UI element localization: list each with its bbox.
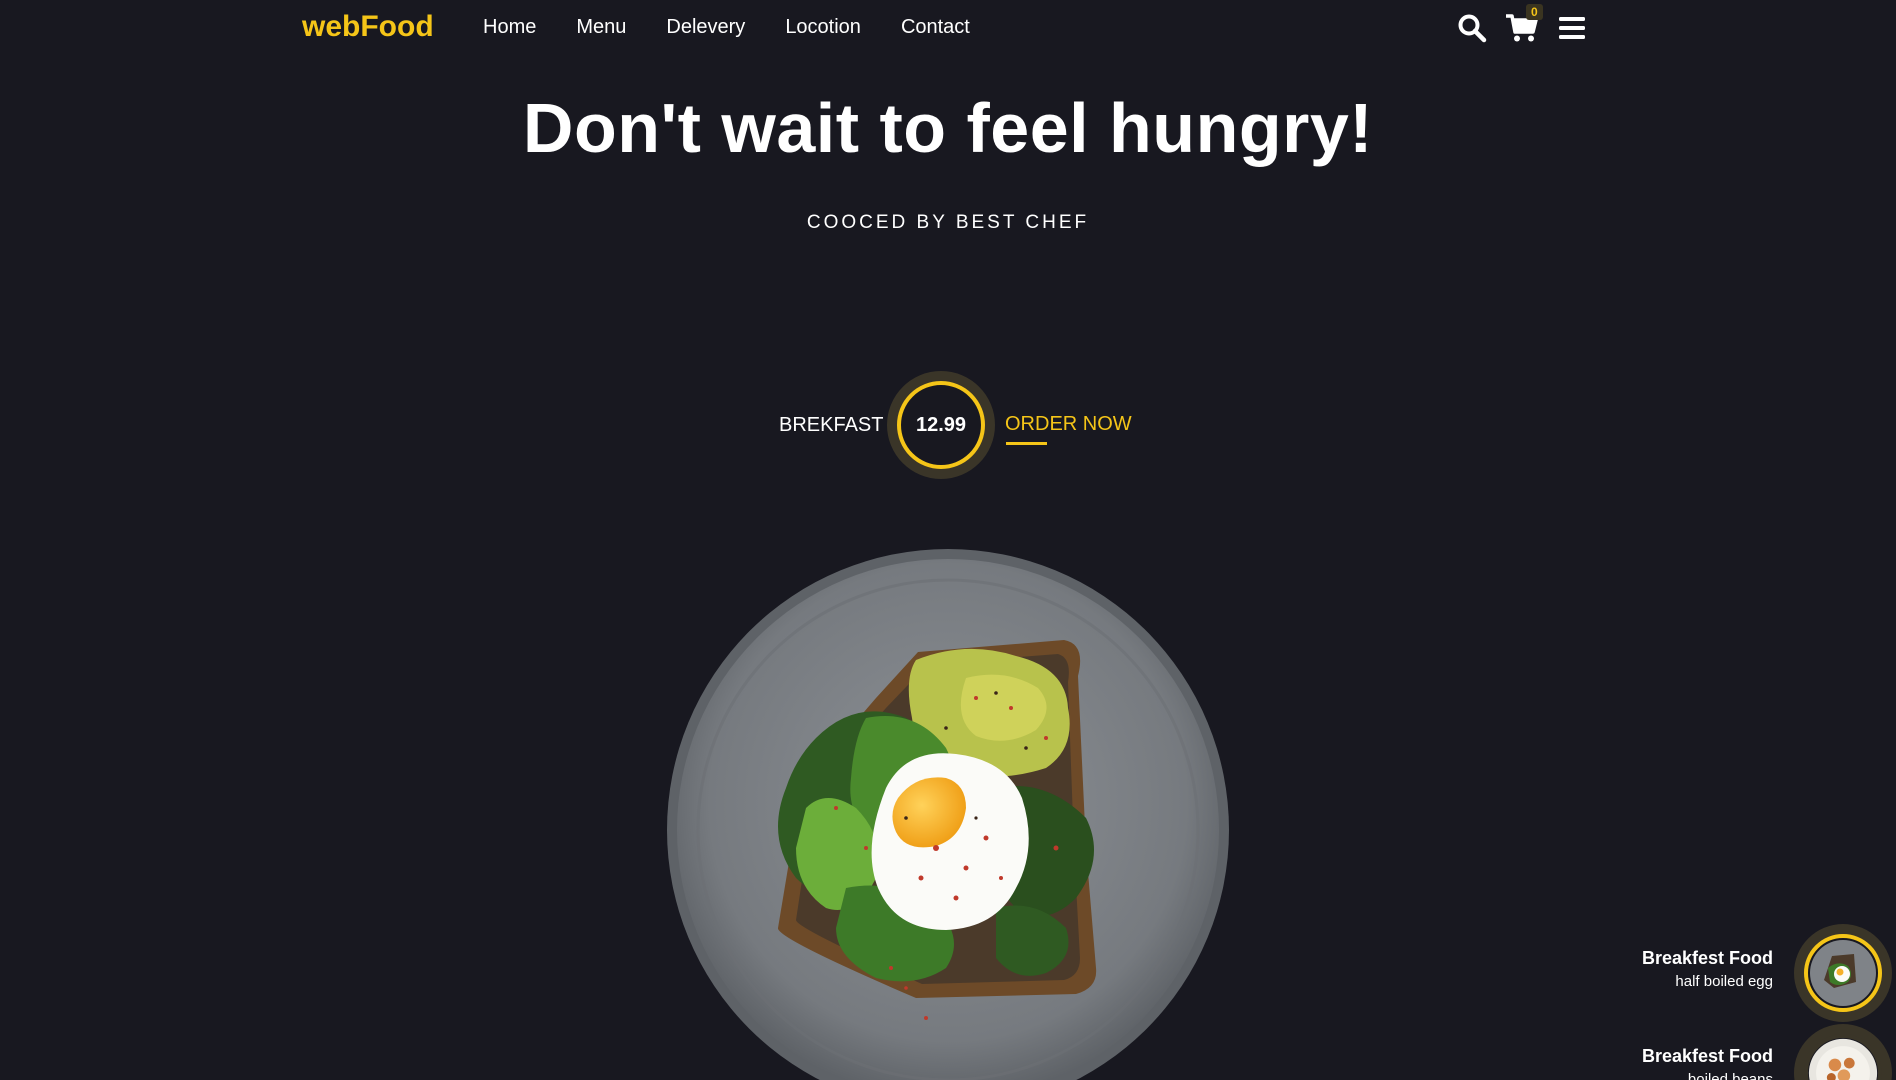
cart-count-badge: 0	[1526, 4, 1543, 20]
thumbnail-text: Breakfest Food half boiled egg	[1573, 948, 1773, 990]
hero-subtitle: COOCED BY BEST CHEF	[806, 212, 1090, 233]
hero-title: Don't wait to feel hungry!	[522, 89, 1374, 167]
nav-link-home[interactable]: Home	[483, 16, 536, 39]
price-value: 12.99	[897, 381, 985, 469]
nav-link-location[interactable]: Locotion	[785, 16, 861, 39]
nav-link-delivery[interactable]: Delevery	[666, 16, 745, 39]
menu-button[interactable]	[1554, 10, 1590, 46]
nav-links: Home Menu Delevery Locotion Contact	[483, 16, 1010, 39]
food-plate-image	[666, 548, 1230, 1080]
plate-thumbnail-icon	[1808, 1038, 1878, 1080]
menu-icon	[1559, 17, 1585, 39]
thumbnail-item[interactable]: Breakfest Food half boiled egg	[1440, 924, 1896, 1028]
thumbnail-image[interactable]	[1794, 1024, 1892, 1080]
cart-button[interactable]: 0	[1504, 4, 1543, 46]
search-icon	[1458, 14, 1487, 43]
thumbnail-image[interactable]	[1794, 924, 1892, 1022]
search-button[interactable]	[1454, 10, 1490, 46]
nav-icons: 0	[1454, 4, 1590, 46]
order-now-button[interactable]: ORDER NOW	[1005, 413, 1132, 436]
order-now-underline	[1006, 442, 1047, 445]
plate-thumbnail-icon	[1810, 940, 1876, 1006]
thumbnail-title: Breakfest Food	[1641, 948, 1773, 968]
price-badge: 12.99	[887, 371, 995, 479]
nav-link-menu[interactable]: Menu	[576, 16, 626, 39]
top-nav: webFood Home Menu Delevery Locotion Cont…	[0, 0, 1896, 56]
logo[interactable]: webFood	[302, 10, 434, 44]
offer-label: BREKFAST	[779, 414, 884, 436]
thumbnail-description: half boiled egg	[1675, 973, 1773, 990]
thumbnail-text: Breakfest Food boiled beans	[1573, 1046, 1773, 1080]
nav-link-contact[interactable]: Contact	[901, 16, 970, 39]
thumbnail-title: Breakfest Food	[1641, 1046, 1773, 1066]
thumbnail-item[interactable]: Breakfest Food boiled beans	[1440, 1024, 1896, 1080]
thumbnail-description: boiled beans	[1687, 1071, 1773, 1080]
